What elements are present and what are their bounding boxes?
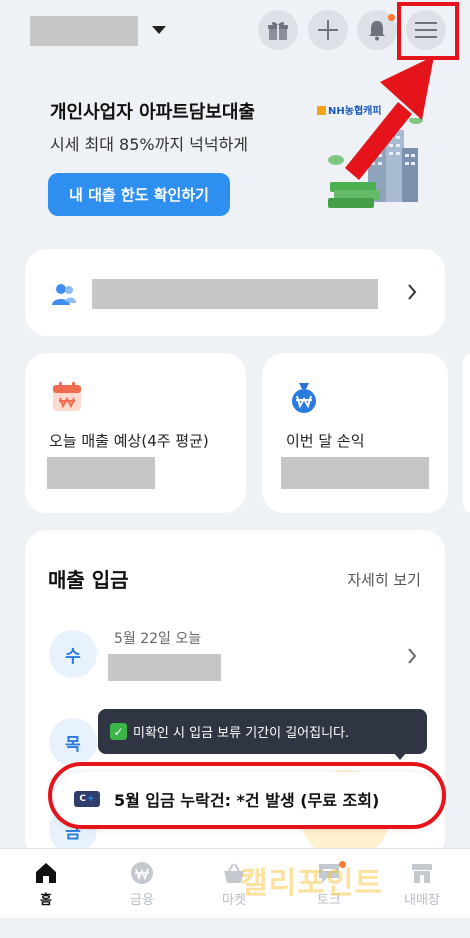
monthly-profit-value-redacted [281, 457, 429, 489]
account-card[interactable] [25, 249, 445, 336]
notification-button[interactable] [357, 10, 397, 50]
chevron-right-icon [408, 284, 417, 300]
sales-forecast-label: 오늘 매출 예상(4주 평균) [49, 432, 209, 450]
tooltip-text: 미확인 시 입금 보류 기간이 길어집니다. [133, 726, 350, 741]
nav-finance-label: 금융 [130, 893, 154, 908]
nav-my-store-label: 내매장 [404, 893, 440, 908]
plus-icon [318, 20, 338, 40]
store-name-redacted[interactable] [30, 16, 138, 46]
view-details-link[interactable]: 자세히 보기 [347, 569, 421, 590]
home-icon [36, 863, 56, 883]
next-card-peek[interactable] [463, 353, 470, 513]
weekday-badge: 목 [49, 718, 97, 766]
monthly-profit-label: 이번 달 손익 [286, 432, 365, 450]
deposit-hold-tooltip: ✓ 미확인 시 입금 보류 기간이 길어집니다. [98, 709, 427, 754]
monthly-profit-card[interactable]: 이번 달 손익 [262, 353, 448, 513]
tooltip-tail [393, 752, 407, 760]
watermark-text: 캘리포인트 [240, 866, 383, 901]
nav-home[interactable]: 홈 [11, 861, 81, 908]
nav-my-store[interactable]: 내매장 [387, 861, 457, 908]
sales-forecast-value-redacted [47, 457, 155, 489]
bottom-safe-area [0, 918, 470, 938]
won-coin-icon [131, 862, 153, 884]
add-button[interactable] [308, 10, 348, 50]
check-loan-limit-button[interactable]: 내 대출 한도 확인하기 [48, 173, 230, 216]
bell-icon [369, 21, 385, 41]
sales-deposit-title: 매출 입금 [48, 568, 129, 592]
promo-title: 개인사업자 아파트담보대출 [50, 102, 255, 123]
store-icon [412, 864, 432, 883]
calendar-won-icon [53, 382, 81, 411]
weekday-badge: 수 [49, 630, 97, 678]
pill-highlight-box [48, 762, 446, 829]
nav-finance[interactable]: 금융 [107, 861, 177, 908]
nav-home-label: 홈 [40, 893, 52, 908]
notification-dot [388, 14, 395, 21]
deposit-date: 5월 22일 오늘 [114, 631, 202, 647]
gift-button[interactable] [258, 10, 298, 50]
promo-subtitle: 시세 최대 85%까지 넉넉하게 [50, 135, 249, 154]
red-annotation-arrow [345, 56, 434, 180]
check-icon: ✓ [110, 723, 127, 740]
sales-forecast-card[interactable]: 오늘 매출 예상(4주 평균) [25, 353, 246, 513]
account-info-redacted [92, 279, 378, 309]
gift-icon [268, 21, 288, 40]
store-switch-caret-icon[interactable] [152, 26, 166, 34]
deposit-amount-redacted [108, 654, 221, 681]
chevron-right-icon [408, 648, 417, 664]
users-icon [52, 284, 76, 305]
money-bag-icon [292, 383, 316, 413]
bottom-navigation: 홈 금융 마켓 토크 내매장 [0, 848, 470, 918]
